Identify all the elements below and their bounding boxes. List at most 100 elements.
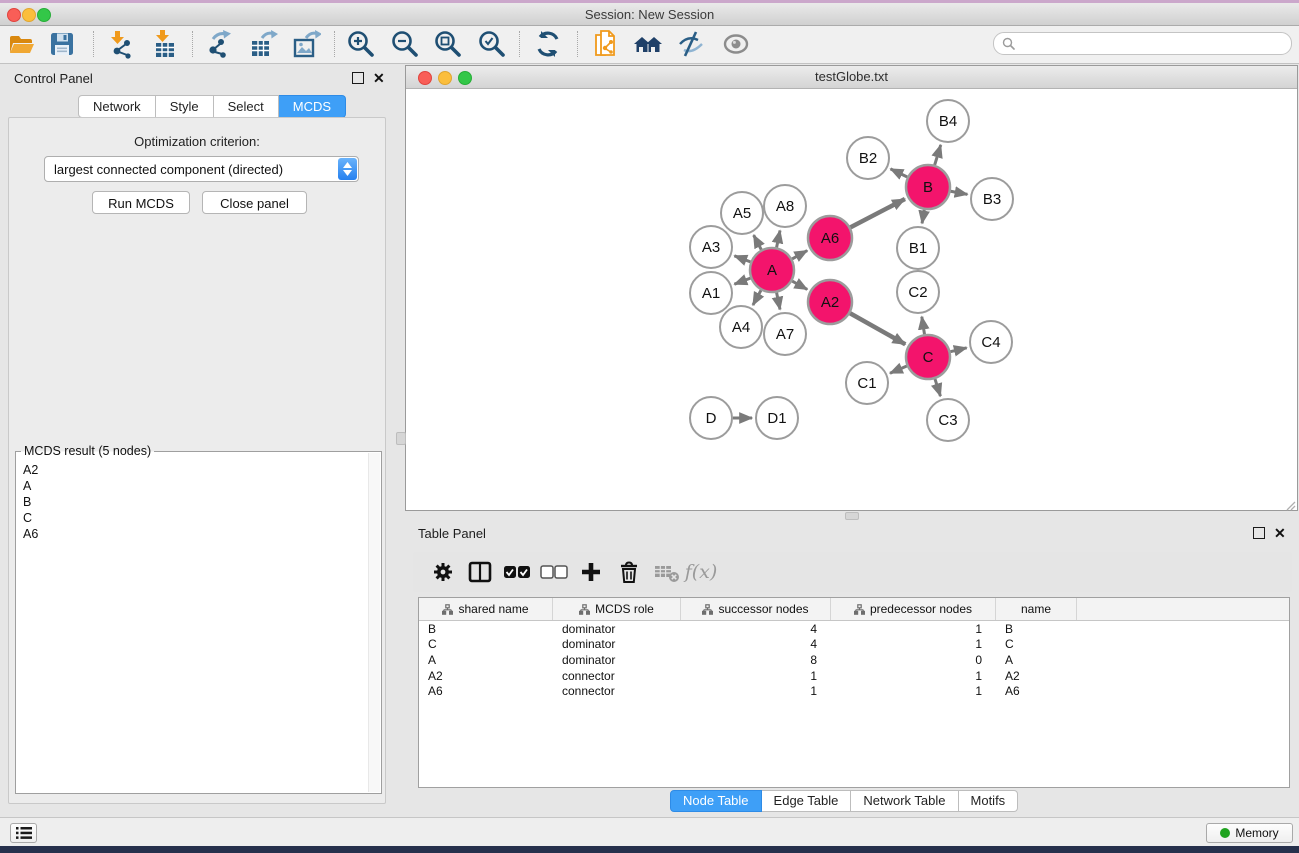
unselect-all-icon[interactable] (538, 558, 570, 586)
toolbar-separator (577, 31, 578, 57)
criterion-dropdown[interactable]: largest connected component (directed) (44, 156, 359, 182)
delete-table-icon[interactable] (651, 558, 683, 586)
close-panel-icon[interactable]: ✕ (1274, 528, 1286, 538)
tab-select[interactable]: Select (214, 95, 279, 118)
tab-node-table[interactable]: Node Table (670, 790, 762, 812)
refresh-layout-icon[interactable] (531, 29, 565, 59)
result-item[interactable]: C (23, 510, 368, 526)
mcds-result-box: MCDS result (5 nodes) A2ABCA6 (15, 451, 382, 794)
table-row[interactable]: Adominator80A (419, 652, 1289, 668)
table-row[interactable]: Cdominator41C (419, 637, 1289, 653)
float-panel-icon[interactable] (1253, 527, 1265, 539)
mcds-result-list[interactable]: A2ABCA6 (17, 456, 368, 792)
graph-node-label: B4 (939, 113, 957, 130)
graph-edge-A-A6[interactable] (792, 251, 807, 259)
graph-edge-A-A3[interactable] (734, 256, 750, 262)
import-network-icon[interactable] (103, 29, 137, 59)
graph-edge-A-A8[interactable] (777, 230, 780, 247)
column-header-name[interactable]: name (996, 598, 1077, 620)
tab-mcds[interactable]: MCDS (279, 95, 346, 118)
clone-network-icon[interactable] (589, 29, 623, 59)
column-header-MCDS-role[interactable]: MCDS role (553, 598, 681, 620)
zoom-out-icon[interactable] (388, 29, 422, 59)
table-cell: A (996, 653, 1077, 667)
export-table-icon[interactable] (246, 29, 280, 59)
control-panel-title: Control Panel (14, 71, 93, 86)
zoom-fit-icon[interactable] (431, 29, 465, 59)
task-history-button[interactable] (10, 823, 37, 843)
result-list-scrollbar[interactable] (368, 453, 380, 792)
zoom-selected-icon[interactable] (475, 29, 509, 59)
network-graph[interactable]: B4B2BB3A5A8A6A3AB1A1A2C2A4A7C4C1CDD1C3 (406, 89, 1297, 510)
table-cell: 0 (831, 653, 996, 667)
export-network-icon[interactable] (203, 29, 237, 59)
graph-edge-A-A4[interactable] (753, 290, 761, 305)
open-file-icon[interactable] (5, 29, 39, 59)
function-builder-icon[interactable]: f(x) (685, 558, 717, 586)
search-field[interactable] (993, 32, 1292, 55)
search-input[interactable] (1019, 36, 1291, 52)
graph-node-label: C3 (938, 412, 957, 429)
table-row[interactable]: Bdominator41B (419, 621, 1289, 637)
table-row[interactable]: A2connector11A2 (419, 668, 1289, 684)
column-header-shared-name[interactable]: shared name (419, 598, 553, 620)
table-options-icon[interactable] (427, 558, 459, 586)
home-view-icon[interactable] (631, 29, 665, 59)
show-column-icon[interactable] (464, 558, 496, 586)
tab-edge-table[interactable]: Edge Table (762, 790, 852, 812)
tab-network[interactable]: Network (78, 95, 156, 118)
graph-edge-B-B3[interactable] (951, 191, 968, 194)
table-cell: B (419, 622, 553, 636)
graph-edge-C-C2[interactable] (922, 317, 925, 335)
result-item[interactable]: A6 (23, 526, 368, 542)
graph-edge-A-A7[interactable] (777, 293, 780, 310)
network-window-titlebar[interactable]: testGlobe.txt (406, 66, 1297, 89)
table-cell: 1 (831, 684, 996, 698)
column-header-successor-nodes[interactable]: successor nodes (681, 598, 831, 620)
tab-motifs[interactable]: Motifs (959, 790, 1019, 812)
tab-style[interactable]: Style (156, 95, 214, 118)
table-cell: dominator (553, 653, 681, 667)
delete-column-icon[interactable] (613, 558, 645, 586)
graph-edge-C-C1[interactable] (890, 366, 907, 373)
graph-edge-A-A1[interactable] (734, 278, 750, 284)
show-graphics-details-icon[interactable] (719, 29, 753, 59)
graph-edge-C-C3[interactable] (935, 379, 940, 396)
result-item[interactable]: B (23, 494, 368, 510)
tab-network-table[interactable]: Network Table (851, 790, 958, 812)
select-all-icon[interactable] (501, 558, 533, 586)
memory-button[interactable]: Memory (1206, 823, 1293, 843)
node-table[interactable]: shared nameMCDS rolesuccessor nodesprede… (418, 597, 1290, 788)
graph-edge-A-A2[interactable] (792, 281, 807, 289)
network-canvas[interactable]: B4B2BB3A5A8A6A3AB1A1A2C2A4A7C4C1CDD1C3 (406, 89, 1297, 510)
float-panel-icon[interactable] (352, 72, 364, 84)
graph-edge-A6-B[interactable] (850, 199, 905, 227)
column-header-predecessor-nodes[interactable]: predecessor nodes (831, 598, 996, 620)
import-table-icon[interactable] (148, 29, 182, 59)
add-column-icon[interactable] (575, 558, 607, 586)
table-row[interactable]: A6connector11A6 (419, 683, 1289, 699)
graph-node-label: A8 (776, 198, 794, 215)
close-panel-button[interactable]: Close panel (202, 191, 307, 214)
graph-edge-C-C4[interactable] (950, 348, 966, 352)
graph-edge-B-B4[interactable] (935, 145, 941, 165)
graph-edge-B-B1[interactable] (922, 210, 924, 224)
result-item[interactable]: A (23, 478, 368, 494)
graph-node-label: A3 (702, 239, 720, 256)
vertical-splitter-grip[interactable] (396, 432, 406, 445)
graph-node-label: D (706, 410, 717, 427)
table-cell: connector (553, 669, 681, 683)
horizontal-splitter-grip[interactable] (845, 512, 859, 520)
result-item[interactable]: A2 (23, 462, 368, 478)
run-mcds-button[interactable]: Run MCDS (92, 191, 190, 214)
export-image-icon[interactable] (289, 29, 323, 59)
graph-edge-A-A5[interactable] (754, 235, 762, 250)
save-session-icon[interactable] (45, 29, 79, 59)
zoom-in-icon[interactable] (344, 29, 378, 59)
close-panel-icon[interactable]: ✕ (373, 73, 385, 83)
table-cell: A6 (996, 684, 1077, 698)
graph-edge-A2-C[interactable] (850, 313, 905, 344)
resize-grip-icon[interactable] (1286, 499, 1296, 509)
graph-edge-B-B2[interactable] (891, 169, 908, 177)
hide-graphics-details-icon[interactable] (674, 29, 708, 59)
